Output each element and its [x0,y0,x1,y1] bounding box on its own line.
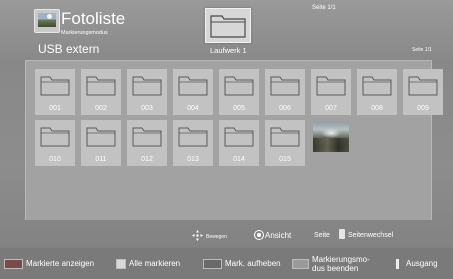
photo-thumbnail[interactable] [311,120,351,166]
folder-label: 006 [279,105,291,112]
exit-key-icon [396,258,399,269]
mark-all-label: Alle markieren [129,259,181,268]
page-indicator: Seite 1/1 [412,47,432,53]
photo-list-icon [34,9,60,33]
source-label: USB extern [38,42,100,56]
folder-thumbnail[interactable]: 004 [173,69,213,115]
page-change-icon [339,229,345,239]
exit-label: Ausgang [406,259,438,268]
folder-label: 014 [233,156,245,163]
folder-label: 007 [325,105,337,112]
folder-label: 013 [187,156,199,163]
controls-hint-bar: Bewegen Ansicht Seite Seitenwechsel [0,219,453,249]
folder-thumbnail[interactable]: 012 [127,120,167,166]
folder-label: 010 [49,156,61,163]
folder-icon [86,76,116,96]
unmark-label: Mark. aufheben [225,259,281,268]
folder-icon [40,127,70,147]
folder-label: 008 [371,105,383,112]
page-indicator-top: Seite 1/1 [312,5,336,11]
folder-icon [86,127,116,147]
folder-thumbnail[interactable]: 015 [265,120,305,166]
yellow-key-icon [203,258,222,269]
folder-label: 004 [187,105,199,112]
folder-label: 015 [279,156,291,163]
show-marked-button[interactable]: Markierte anzeigen [4,248,94,279]
folder-icon [316,76,346,96]
drive-folder-icon[interactable] [205,8,251,43]
exit-mark-mode-label: Markierungsmo- dus beenden [312,254,370,273]
folder-thumbnail[interactable]: 010 [35,120,75,166]
folder-thumbnail[interactable]: 014 [219,120,259,166]
photo-image [313,122,349,152]
red-key-icon [4,258,23,269]
folder-icon [178,76,208,96]
view-hint-label: Ansicht [265,231,292,240]
folder-thumbnail[interactable]: 001 [35,69,75,115]
folder-icon [408,76,438,96]
blue-key-icon [292,258,309,269]
folder-thumbnail[interactable]: 008 [357,69,397,115]
folder-icon [224,127,254,147]
app-title: Fotoliste [61,9,126,28]
folder-icon [270,76,300,96]
folder-label: 009 [417,105,429,112]
ok-button-icon [254,230,264,240]
folder-label: 003 [141,105,153,112]
folder-icon [132,127,162,147]
move-hint-label: Bewegen [206,234,227,240]
show-marked-label: Markierte anzeigen [26,259,95,268]
folder-thumbnail[interactable]: 005 [219,69,259,115]
green-key-icon [116,258,126,269]
folder-thumbnail[interactable]: 006 [265,69,305,115]
exit-button[interactable]: Ausgang [396,248,438,279]
folder-label: 001 [49,105,61,112]
page-hint-label: Seite [314,232,330,239]
folder-icon [224,76,254,96]
drive-label: Laufwerk 1 [210,46,247,55]
folder-label: 002 [95,105,107,112]
folder-label: 005 [233,105,245,112]
folder-icon [132,76,162,96]
folder-label: 012 [141,156,153,163]
navigate-arrows-icon [192,230,203,241]
folder-thumbnail[interactable]: 003 [127,69,167,115]
folder-icon [178,127,208,147]
folder-thumbnail[interactable]: 002 [81,69,121,115]
mode-label: Markierungsmodus [61,30,108,36]
page-change-label: Seitenwechsel [348,232,394,239]
folder-thumbnail[interactable]: 011 [81,120,121,166]
folder-thumbnail[interactable]: 009 [403,69,443,115]
folder-icon [270,127,300,147]
folder-icon [362,76,392,96]
folder-thumbnail[interactable]: 013 [173,120,213,166]
folder-label: 011 [95,156,107,163]
unmark-button[interactable]: Mark. aufheben [203,248,281,279]
mark-all-button[interactable]: Alle markieren [116,248,180,279]
exit-mark-mode-button[interactable]: Markierungsmo- dus beenden [292,248,370,279]
media-browser-screen: Fotoliste Markierungsmodus USB extern La… [0,0,453,279]
folder-icon [40,76,70,96]
folder-thumbnail[interactable]: 007 [311,69,351,115]
function-key-bar: Markierte anzeigen Alle markieren Mark. … [0,248,453,279]
